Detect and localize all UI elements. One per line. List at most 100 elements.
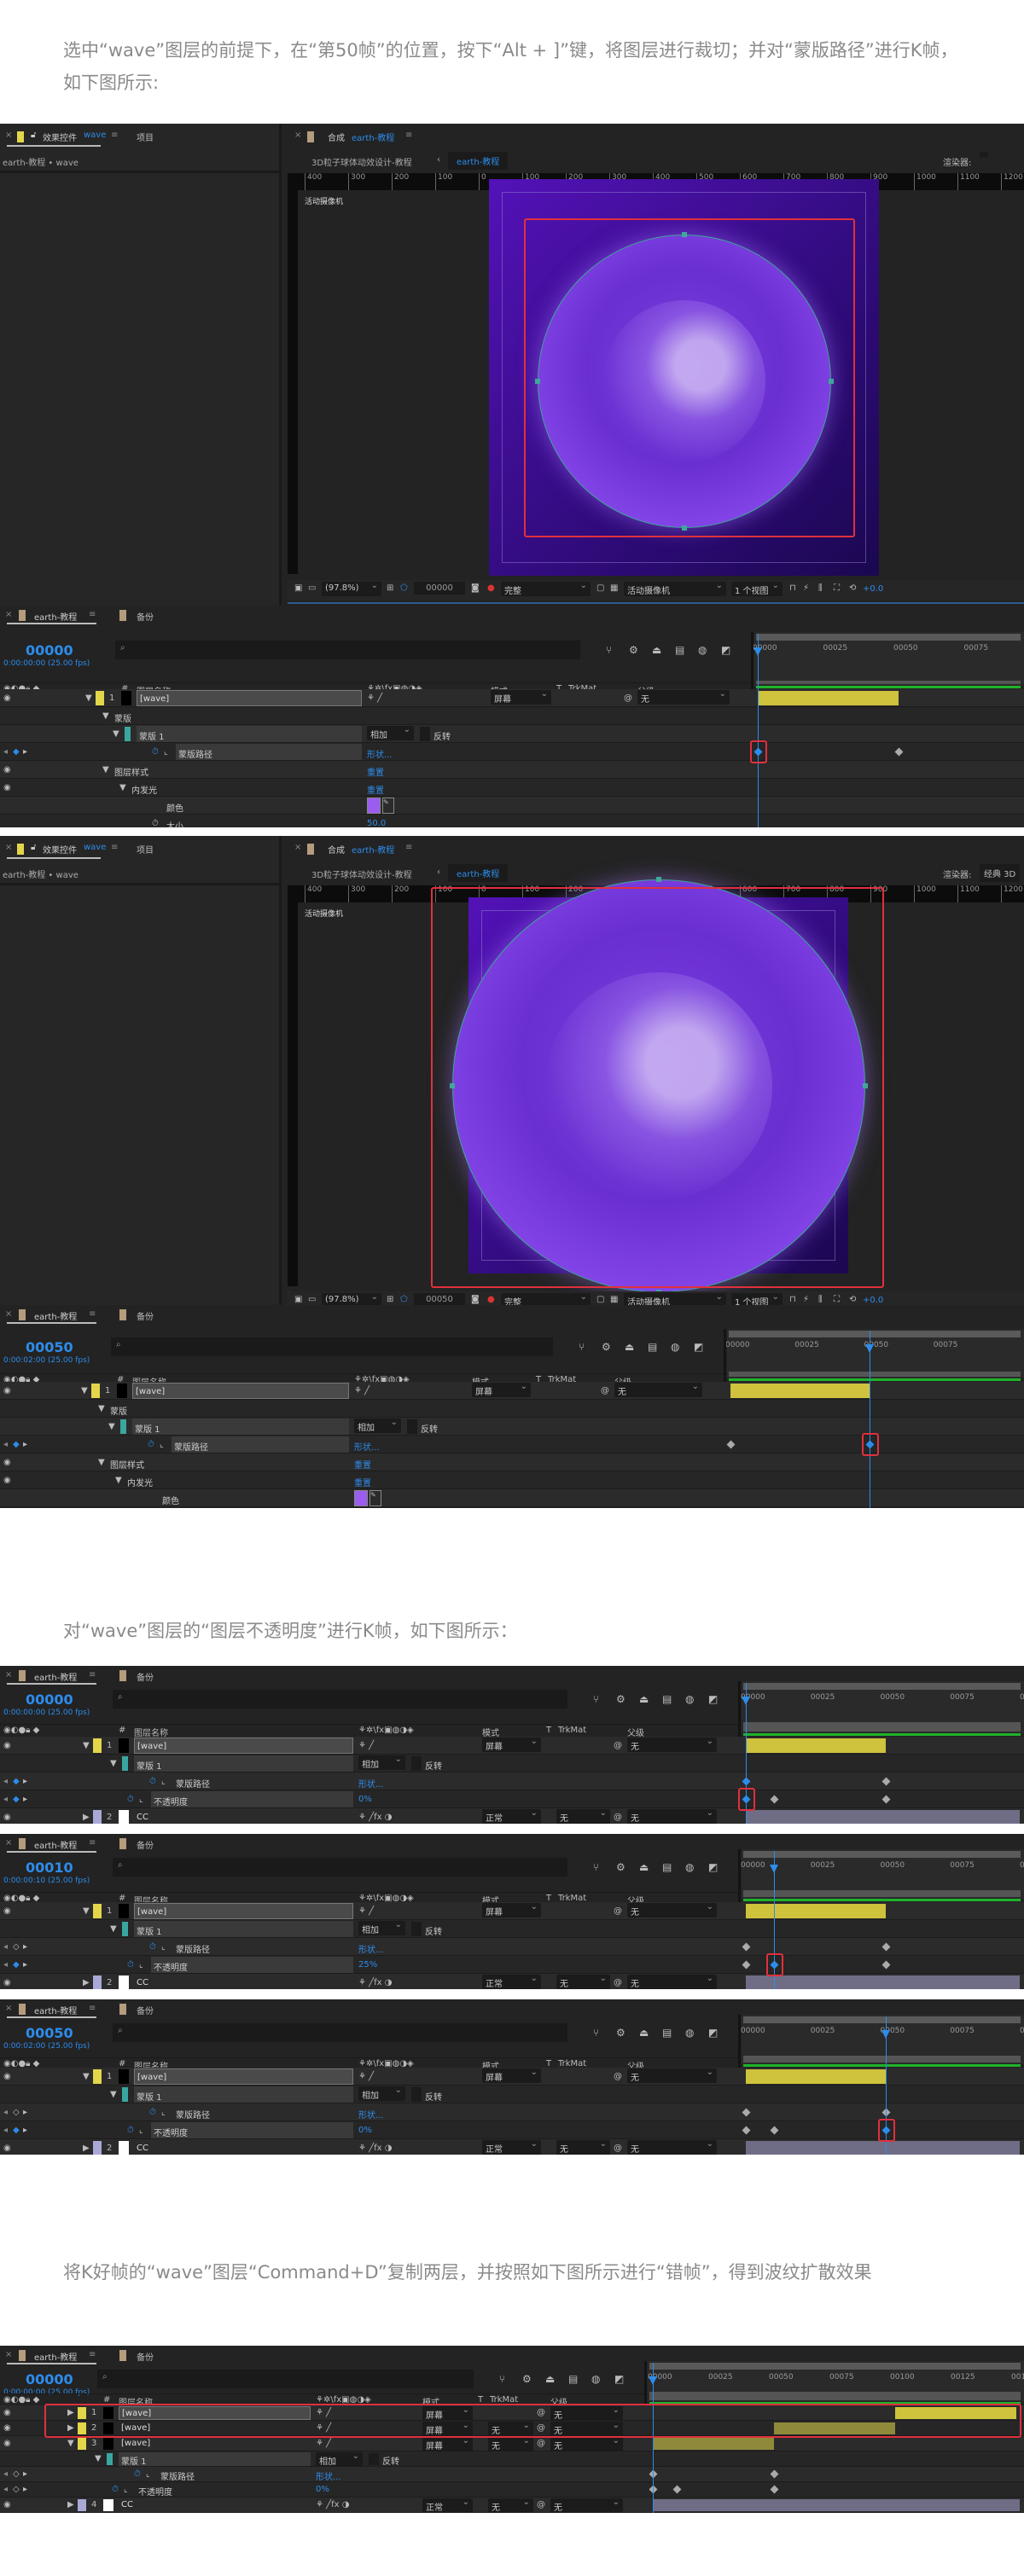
project-tab[interactable]: 项目 <box>137 843 154 856</box>
prev-keyframe-icon[interactable]: ◂ <box>3 747 8 757</box>
stopwatch-icon[interactable]: ⏱︎ <box>134 2469 141 2479</box>
exposure-reset-icon[interactable]: ⟲ <box>849 583 856 593</box>
brainstorm-icon[interactable]: ◍ <box>591 2373 600 2385</box>
expand-open-icon[interactable]: ▼ <box>110 1924 117 1934</box>
layer-row-layer[interactable]: ◉ ▼ 1 [wave] ⚘ ╱ 屏幕 @ 无 <box>0 1382 1024 1400</box>
layer-name[interactable]: [wave] <box>132 1383 349 1399</box>
keyframe-diamond[interactable] <box>726 1440 736 1448</box>
blend-mode-select[interactable]: 屏幕 <box>472 1382 531 1397</box>
next-keyframe-icon[interactable]: ▸ <box>23 747 27 757</box>
toggle-pixel-icon[interactable]: ⊓ <box>789 1295 796 1304</box>
panel-menu-icon[interactable]: ≡ <box>89 610 96 619</box>
panel-menu-icon[interactable]: ≡ <box>405 131 412 140</box>
panel-menu-icon[interactable]: ≡ <box>405 843 412 852</box>
prev-keyframe-icon[interactable]: ◂ <box>3 2469 8 2479</box>
layer-label-color[interactable] <box>93 1810 102 1824</box>
trkmat-select[interactable]: 无 <box>556 1808 610 1824</box>
layer-row-layer[interactable]: ◉ ▼ 1 [wave] ⚘ ╱ 屏幕 @ 无 <box>0 689 1024 707</box>
layer-search-input[interactable]: ⌕ <box>97 2370 474 2388</box>
shy-icon[interactable]: ⑂ <box>499 2373 505 2385</box>
mask-mode-select[interactable]: 相加 <box>367 725 414 740</box>
graph-icon[interactable]: ⌞ <box>139 2126 143 2135</box>
layer-row-prop[interactable]: ◂ ◇ ▸ ⏱︎ ⌞ 不透明度 0% <box>0 2482 1024 2498</box>
expand-open-icon[interactable]: ▼ <box>83 1906 90 1916</box>
layer-row-mask[interactable]: ▼蒙版 1相加反转 <box>0 2451 1024 2467</box>
camera-select[interactable]: 活动摄像机 <box>624 1292 726 1305</box>
timecode-field[interactable]: 00000 <box>414 582 465 595</box>
layer-row-layer[interactable]: ◉▶4CC⚘ ╱fx ◑正常无@无 <box>0 2498 1024 2513</box>
visibility-eye-icon[interactable]: ◉ <box>3 2500 11 2509</box>
effects-tab-label[interactable]: 效果控件 <box>43 843 77 856</box>
close-tab-icon[interactable]: × <box>5 1838 12 1848</box>
mask-visibility-icon[interactable]: ⬠ <box>400 1295 408 1304</box>
graph-icon[interactable]: ⌞ <box>161 2108 166 2117</box>
property-value[interactable]: 形状... <box>316 2469 341 2482</box>
brainstorm-icon[interactable]: ◍ <box>698 644 707 656</box>
layer-label-color[interactable] <box>93 1976 102 1989</box>
layer-row-prop[interactable]: ◂ ◆ ▸ ⏱︎ ⌞ 不透明度 0% <box>0 1788 1024 1811</box>
blend-mode-select[interactable]: 正常 <box>482 2139 541 2155</box>
layer-row-mask[interactable]: ▼蒙版 1相加反转 <box>0 1920 1024 1938</box>
mask-visibility-icon[interactable]: ⬠ <box>400 583 408 593</box>
property-value[interactable]: 形状... <box>367 747 393 760</box>
prev-keyframe-icon[interactable]: ◂ <box>3 1777 8 1786</box>
stopwatch-icon[interactable]: ⏱︎ <box>149 1777 156 1786</box>
blend-mode-select[interactable]: 屏幕 <box>482 1737 541 1752</box>
layer-name[interactable]: CC <box>134 1809 353 1824</box>
resolution-select[interactable]: 完整 <box>501 581 591 596</box>
stopwatch-icon[interactable]: ⏱︎ <box>112 2485 119 2494</box>
expand-closed-icon[interactable]: ▶ <box>83 1978 90 1987</box>
snapshot-icon[interactable]: ▣ <box>294 583 302 593</box>
resolution-select[interactable]: 完整 <box>501 1292 591 1305</box>
property-value[interactable]: 0% <box>358 2126 372 2135</box>
expand-open-icon[interactable]: ▼ <box>119 783 126 792</box>
parent-pickwhip-icon[interactable]: @ <box>614 1741 622 1750</box>
timeline-tab[interactable]: earth-教程 <box>34 610 77 623</box>
snapshot-icon[interactable]: ▣ <box>294 1295 302 1304</box>
parent-pickwhip-icon[interactable]: @ <box>537 2500 545 2509</box>
mask-color-swatch[interactable] <box>122 2087 128 2102</box>
visibility-eye-icon[interactable]: ◉ <box>3 693 11 703</box>
visibility-eye-icon[interactable]: ◉ <box>3 765 11 775</box>
property-value[interactable]: 形状... <box>354 1440 380 1453</box>
current-timecode[interactable]: 00050 <box>26 1339 73 1355</box>
work-area-bar[interactable] <box>649 2363 1021 2370</box>
color-swatch[interactable] <box>354 1490 368 1506</box>
blend-mode-select[interactable]: 正常 <box>422 2498 473 2513</box>
expand-open-icon[interactable]: ▼ <box>110 1759 117 1768</box>
layer-switches[interactable]: ⚘ ╱fx ◑ <box>358 2144 393 2153</box>
brainstorm-icon[interactable]: ◍ <box>671 1341 679 1353</box>
parent-select[interactable]: 无 <box>550 2436 623 2451</box>
close-tab-icon[interactable]: × <box>5 843 12 852</box>
comp-tab-name[interactable]: earth-教程 <box>352 843 394 856</box>
camera-snapshot-icon[interactable]: ◙ <box>471 583 480 593</box>
layer-search-input[interactable]: ⌕ <box>113 1690 567 1709</box>
layer-switches[interactable]: ⚘ ╱ <box>354 1386 369 1395</box>
keyframe-toggle-icon[interactable]: ◇ <box>13 2469 20 2479</box>
expand-closed-icon[interactable]: ▶ <box>67 2500 74 2509</box>
region-icon[interactable]: ▢ <box>596 583 604 593</box>
current-timecode[interactable]: 00000 <box>26 2371 73 2387</box>
layer-row-prop[interactable]: ◂ ◇ ▸ ⏱︎ ⌞ 蒙版路径 形状... <box>0 2467 1024 2482</box>
layer-row-prop[interactable]: ⏱︎ 大小 50.0 <box>0 815 1024 827</box>
shy-icon[interactable]: ⑂ <box>593 2027 599 2039</box>
visibility-eye-icon[interactable]: ◉ <box>3 2408 11 2417</box>
visibility-eye-icon[interactable]: ◉ <box>3 1458 11 1467</box>
keyframe-diamond[interactable] <box>770 2126 779 2134</box>
keyframe-diamond[interactable] <box>770 2469 779 2479</box>
panel-menu-icon[interactable]: ≡ <box>89 2004 96 2013</box>
layer-switches[interactable]: ⚘ ╱ <box>358 1741 374 1750</box>
fast-preview-icon[interactable]: ⚡︎ <box>803 583 809 593</box>
stopwatch-icon[interactable]: ⏱︎ <box>127 1960 134 1970</box>
motion-blur-icon[interactable]: ▤ <box>648 1341 657 1353</box>
expand-open-icon[interactable]: ▼ <box>95 2454 102 2463</box>
panel-menu-icon[interactable]: ≡ <box>111 131 118 140</box>
keyframe-diamond[interactable] <box>881 1777 890 1785</box>
visibility-eye-icon[interactable]: ◉ <box>3 1386 11 1395</box>
stopwatch-icon[interactable]: ⏱︎ <box>149 2108 156 2117</box>
work-area-bar[interactable] <box>743 2016 1021 2023</box>
fast-preview-icon[interactable]: ⚡︎ <box>803 1295 809 1304</box>
layer-duration-bar[interactable] <box>758 691 899 705</box>
prev-keyframe-icon[interactable]: ◂ <box>3 1942 8 1952</box>
playhead-line[interactable] <box>758 634 759 827</box>
